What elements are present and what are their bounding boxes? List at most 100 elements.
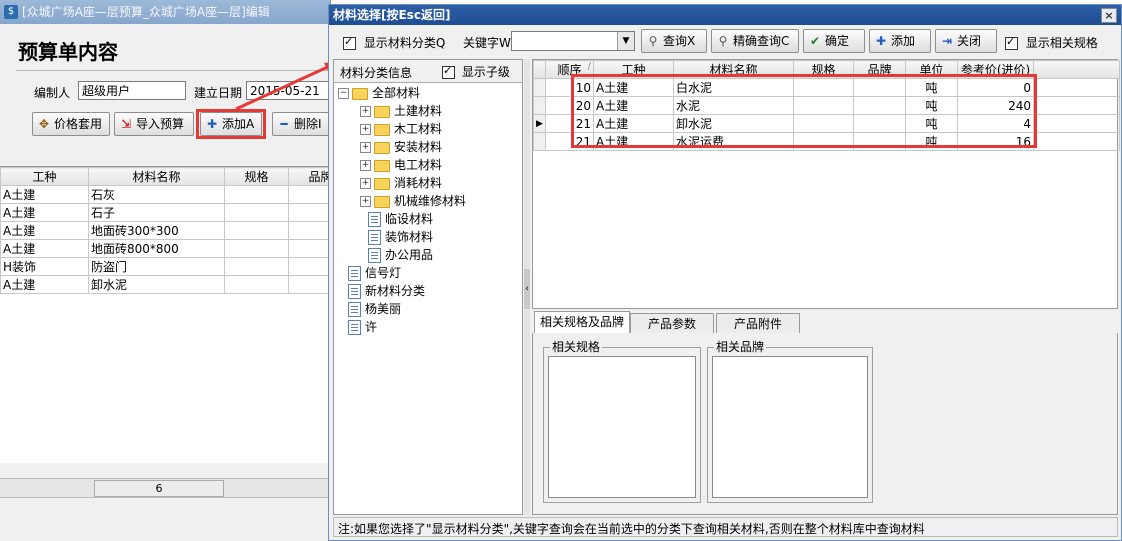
tree-item[interactable]: 办公用品 bbox=[368, 246, 433, 264]
tree-item[interactable]: + 安装材料 bbox=[360, 138, 442, 156]
expand-icon[interactable]: − bbox=[338, 88, 349, 99]
tree-item[interactable]: 信号灯 bbox=[348, 264, 401, 282]
import-budget-button[interactable]: ⇲ 导入预算 bbox=[114, 112, 194, 136]
category-tree: − 全部材料 + 土建材料 + 木工材料 + 安装材料 + 电工材料 + 消耗材料 + 机械维修材料 临设材… bbox=[334, 84, 522, 514]
tree-item-label: 杨美丽 bbox=[365, 302, 402, 316]
plus-icon: ✚ bbox=[206, 117, 218, 131]
expand-icon[interactable]: + bbox=[360, 178, 371, 189]
tree-item-label: 许 bbox=[365, 320, 378, 334]
price-apply-button[interactable]: ✥ 价格套用 bbox=[32, 112, 110, 136]
row-count: 6 bbox=[94, 480, 224, 497]
extra-cell bbox=[1033, 132, 1120, 151]
table-cell: A土建 bbox=[0, 275, 89, 294]
budget-window-title-bar: $ [众城广场A座—层预算_众城广场A座—层]编辑 bbox=[0, 0, 330, 24]
editor-field[interactable]: 超级用户 bbox=[78, 81, 186, 100]
expand-icon[interactable]: + bbox=[360, 142, 371, 153]
query-button[interactable]: ⚲ 查询X bbox=[641, 29, 707, 53]
import-icon: ⇲ bbox=[120, 117, 132, 131]
tree-item[interactable]: + 消耗材料 bbox=[360, 174, 442, 192]
tree-item[interactable]: + 电工材料 bbox=[360, 156, 442, 174]
close-icon[interactable]: × bbox=[1101, 8, 1117, 23]
document-icon bbox=[348, 266, 361, 281]
dialog-close-button[interactable]: ⇥ 关闭 bbox=[935, 29, 997, 53]
tree-item-label: 装饰材料 bbox=[385, 230, 434, 244]
tree-item[interactable]: 新材料分类 bbox=[348, 282, 425, 300]
detail-tab[interactable]: 产品附件 bbox=[716, 313, 800, 333]
column-header[interactable]: 材料名称 bbox=[88, 167, 225, 186]
magnifier-icon: ⚲ bbox=[648, 34, 658, 48]
tree-item-label: 新材料分类 bbox=[365, 284, 426, 298]
tree-item[interactable]: + 木工材料 bbox=[360, 120, 442, 138]
table-cell: 地面砖300*300 bbox=[88, 221, 225, 240]
exact-query-button[interactable]: ⚲ 精确查询C bbox=[711, 29, 799, 53]
exit-icon: ⇥ bbox=[941, 34, 953, 48]
column-header[interactable]: 工种 bbox=[0, 167, 89, 186]
table-cell bbox=[224, 203, 289, 222]
row-indicator-header bbox=[533, 60, 546, 79]
category-header-label: 材料分类信息 bbox=[340, 66, 413, 80]
expand-icon[interactable]: + bbox=[360, 124, 371, 135]
dialog-add-button[interactable]: ✚ 添加 bbox=[869, 29, 931, 53]
detail-tab[interactable]: 产品参数 bbox=[630, 313, 714, 333]
add-material-button[interactable]: ✚ 添加A bbox=[200, 112, 262, 136]
checkbox-checked-icon bbox=[343, 35, 356, 50]
price-icon: ✥ bbox=[38, 117, 50, 131]
results-highlight bbox=[571, 74, 1037, 148]
expand-icon[interactable]: + bbox=[360, 196, 371, 207]
show-children-label: 显示子级 bbox=[461, 65, 510, 79]
detail-panel: 相关规格 相关品牌 bbox=[532, 333, 1118, 515]
table-row[interactable]: A土建 地面砖800*800 bbox=[0, 239, 353, 258]
collapse-arrow-icon[interactable]: ‹ bbox=[524, 269, 530, 309]
document-icon bbox=[348, 302, 361, 317]
table-cell: A土建 bbox=[0, 185, 89, 204]
brand-list[interactable] bbox=[712, 356, 868, 498]
tree-item[interactable]: 许 bbox=[348, 318, 377, 336]
extra-cell bbox=[1033, 96, 1120, 115]
show-children-checkbox[interactable]: 显示子级 bbox=[442, 63, 510, 80]
document-icon bbox=[368, 212, 381, 227]
editor-label: 编制人 bbox=[34, 86, 71, 100]
expand-icon[interactable]: + bbox=[360, 160, 371, 171]
expand-icon[interactable]: + bbox=[360, 106, 371, 117]
delete-button[interactable]: ━ 删除I bbox=[272, 112, 330, 136]
show-related-checkbox[interactable]: 显示相关规格 bbox=[1005, 34, 1098, 51]
tree-item[interactable]: 临设材料 bbox=[368, 210, 433, 228]
keyword-combobox[interactable]: ▼ bbox=[511, 31, 635, 51]
document-icon bbox=[348, 320, 361, 335]
row-indicator bbox=[533, 132, 546, 151]
spec-list[interactable] bbox=[548, 356, 696, 498]
footer-note: 注:如果您选择了"显示材料分类",关键字查询会在当前选中的分类下查询相关材料,否… bbox=[338, 522, 925, 536]
exact-query-label: 精确查询C bbox=[733, 34, 790, 48]
minus-icon: ━ bbox=[280, 117, 288, 131]
folder-icon bbox=[374, 177, 390, 190]
table-row[interactable]: A土建 石灰 bbox=[0, 185, 353, 204]
confirm-button[interactable]: ✔ 确定 bbox=[803, 29, 865, 53]
tree-item[interactable]: 装饰材料 bbox=[368, 228, 433, 246]
chevron-down-icon[interactable]: ▼ bbox=[617, 32, 634, 50]
splitter[interactable]: ‹ bbox=[524, 59, 530, 515]
tree-item[interactable]: + 机械维修材料 bbox=[360, 192, 466, 210]
show-related-label: 显示相关规格 bbox=[1025, 36, 1098, 50]
tree-item[interactable]: + 土建材料 bbox=[360, 102, 442, 120]
table-row[interactable]: A土建 地面砖300*300 bbox=[0, 221, 353, 240]
material-select-dialog: 材料选择[按Esc返回] × 显示材料分类Q 关键字W ▼ ⚲ 查询X ⚲ 精确查询… bbox=[328, 4, 1122, 541]
table-cell bbox=[224, 221, 289, 240]
table-cell: 地面砖800*800 bbox=[88, 239, 225, 258]
tree-item[interactable]: 杨美丽 bbox=[348, 300, 401, 318]
magnifier-plus-icon: ⚲ bbox=[718, 34, 728, 48]
column-header[interactable]: 规格 bbox=[224, 167, 289, 186]
table-row[interactable]: A土建 石子 bbox=[0, 203, 353, 222]
table-cell bbox=[224, 239, 289, 258]
table-row[interactable]: H装饰 防盗门 bbox=[0, 257, 353, 276]
show-category-checkbox[interactable]: 显示材料分类Q bbox=[343, 34, 445, 51]
plus-icon: ✚ bbox=[875, 34, 887, 48]
table-cell bbox=[224, 257, 289, 276]
table-row[interactable]: A土建 卸水泥 bbox=[0, 275, 353, 294]
tree-item[interactable]: − 全部材料 bbox=[338, 84, 420, 102]
detail-tab[interactable]: 相关规格及品牌 bbox=[534, 311, 630, 333]
brand-group-title: 相关品牌 bbox=[714, 340, 767, 354]
dialog-add-label: 添加 bbox=[891, 34, 916, 48]
brand-group: 相关品牌 bbox=[707, 340, 873, 503]
document-icon bbox=[348, 284, 361, 299]
tree-item-label: 机械维修材料 bbox=[394, 194, 467, 208]
